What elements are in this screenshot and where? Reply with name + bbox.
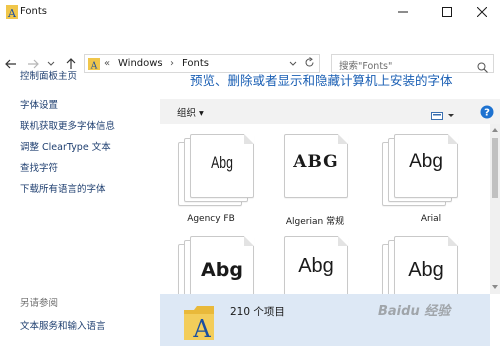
- find-character-link[interactable]: 查找字符: [20, 160, 58, 174]
- font-sample: Abg: [409, 151, 443, 172]
- address-dropdown[interactable]: [289, 59, 297, 70]
- font-page-front: Abg: [190, 236, 254, 294]
- scrollbar-thumb[interactable]: [492, 138, 498, 198]
- font-tile-arial-rounded[interactable]: Abg: [382, 236, 468, 294]
- font-page-front: Abg: [284, 236, 348, 294]
- view-icon: [431, 112, 454, 120]
- font-name-arial[interactable]: Arial: [376, 214, 486, 224]
- breadcrumb-fonts[interactable]: Fonts: [182, 58, 209, 69]
- font-sample: Abg: [201, 259, 243, 281]
- scroll-down-icon[interactable]: [492, 285, 498, 289]
- refresh-icon: [305, 57, 314, 67]
- window-title: Fonts: [20, 6, 47, 17]
- font-name-algerian[interactable]: Algerian 常规: [260, 214, 370, 227]
- text-services-link[interactable]: 文本服务和输入语言: [20, 318, 106, 332]
- page-fold: [244, 236, 254, 246]
- svg-text:A: A: [192, 315, 211, 342]
- help-icon: ?: [480, 105, 494, 119]
- help-button[interactable]: ?: [480, 104, 494, 123]
- search-icon: [477, 62, 488, 73]
- page-fold: [338, 236, 348, 246]
- font-sample: Abg: [211, 153, 233, 172]
- back-button[interactable]: [4, 56, 18, 72]
- page-fold: [448, 134, 458, 144]
- chevron-down-icon: [289, 61, 297, 66]
- font-page-front: Abg: [394, 236, 458, 294]
- font-page-front: Abg: [394, 134, 458, 198]
- font-sample: Abg: [298, 255, 334, 277]
- breadcrumb-separator: ›: [170, 58, 174, 69]
- page-title: 预览、删除或者显示和隐藏计算机上安装的字体: [190, 73, 453, 88]
- download-fonts-link[interactable]: 下载所有语言的字体: [20, 181, 106, 195]
- font-sample: Abg: [408, 259, 444, 281]
- font-sample: ABG: [293, 152, 339, 172]
- minimize-button[interactable]: [387, 0, 419, 24]
- font-tile-agency-fb[interactable]: Abg: [178, 134, 264, 206]
- maximize-button[interactable]: [431, 0, 463, 24]
- page-fold: [338, 134, 348, 144]
- scroll-up-icon[interactable]: [492, 128, 498, 132]
- recent-chevron-icon: [47, 61, 55, 66]
- get-more-fonts-online-link[interactable]: 联机获取更多字体信息: [20, 118, 115, 132]
- font-grid: Abg Agency FB ABG Algerian 常规 Abg Arial …: [160, 124, 490, 294]
- fonts-app-icon: A: [6, 5, 18, 19]
- fonts-folder-icon: A: [184, 306, 214, 342]
- close-button[interactable]: [466, 0, 498, 24]
- organize-button[interactable]: 组织 ▾: [177, 105, 204, 119]
- cleartype-link[interactable]: 调整 ClearType 文本: [20, 139, 111, 153]
- refresh-button[interactable]: [304, 57, 315, 71]
- font-tile-arial-black[interactable]: Abg: [178, 236, 264, 294]
- close-icon: [477, 7, 487, 17]
- folder-icon: A: [88, 58, 100, 70]
- font-tile-algerian[interactable]: ABG: [284, 134, 370, 206]
- svg-text:?: ?: [484, 108, 490, 119]
- font-page-front: Abg: [190, 134, 254, 198]
- font-settings-link[interactable]: 字体设置: [20, 97, 58, 111]
- font-tile-arial[interactable]: Abg: [382, 134, 468, 206]
- font-page-front: ABG: [284, 134, 348, 198]
- see-also-heading: 另请参阅: [20, 298, 59, 309]
- back-arrow-icon: [5, 59, 16, 69]
- breadcrumb-windows[interactable]: Windows: [118, 58, 163, 69]
- svg-text:A: A: [7, 7, 17, 19]
- svg-text:A: A: [90, 62, 98, 71]
- page-fold: [448, 236, 458, 246]
- page-fold: [244, 134, 254, 144]
- font-name-agency-fb[interactable]: Agency FB: [160, 214, 266, 224]
- title-bar: A Fonts: [0, 0, 500, 26]
- vertical-scrollbar[interactable]: [490, 124, 500, 294]
- breadcrumb-overflow[interactable]: «: [104, 58, 110, 69]
- search-button[interactable]: [477, 58, 488, 77]
- navigation-bar: A « Windows › Fonts 搜索"Fonts": [0, 26, 500, 73]
- minimize-icon: [398, 11, 408, 13]
- font-tile-arial-narrow[interactable]: Abg: [284, 236, 370, 294]
- watermark: Baidu 经验: [378, 304, 451, 319]
- maximize-icon: [442, 7, 452, 17]
- item-count: 210 个项目: [230, 306, 285, 318]
- view-options-button[interactable]: [431, 106, 455, 125]
- control-panel-home-link[interactable]: 控制面板主页: [20, 68, 77, 82]
